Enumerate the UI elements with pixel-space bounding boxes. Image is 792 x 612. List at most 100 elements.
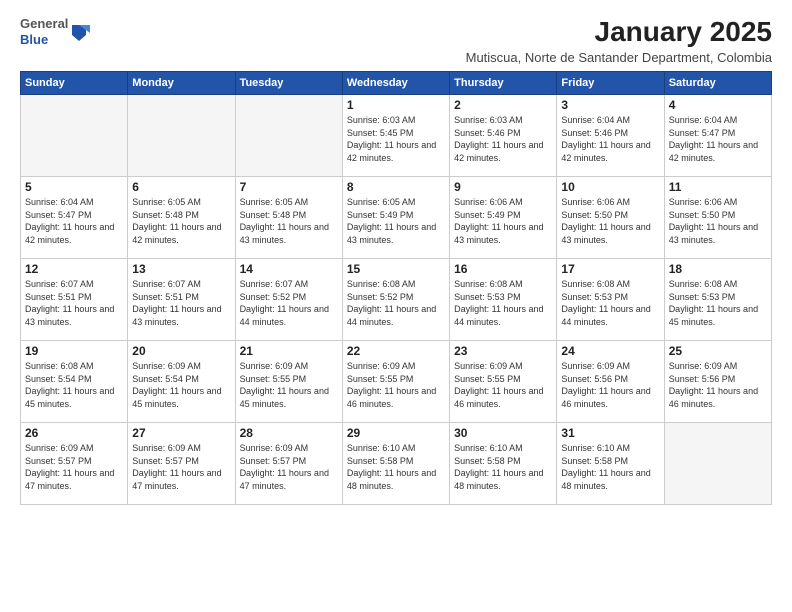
col-friday: Friday	[557, 72, 664, 95]
week-row-5: 26 Sunrise: 6:09 AM Sunset: 5:57 PM Dayli…	[21, 423, 772, 505]
day-number: 6	[132, 180, 230, 194]
day-cell: 11 Sunrise: 6:06 AM Sunset: 5:50 PM Dayli…	[664, 177, 771, 259]
logo-line1: General	[20, 16, 68, 32]
day-number: 12	[25, 262, 123, 276]
day-info: Sunrise: 6:09 AM Sunset: 5:55 PM Dayligh…	[454, 360, 552, 410]
day-info: Sunrise: 6:07 AM Sunset: 5:51 PM Dayligh…	[25, 278, 123, 328]
day-number: 19	[25, 344, 123, 358]
day-number: 2	[454, 98, 552, 112]
day-info: Sunrise: 6:06 AM Sunset: 5:50 PM Dayligh…	[669, 196, 767, 246]
day-info: Sunrise: 6:05 AM Sunset: 5:49 PM Dayligh…	[347, 196, 445, 246]
page: General Blue January 2025 Mutiscua, Nort…	[0, 0, 792, 612]
day-number: 13	[132, 262, 230, 276]
col-thursday: Thursday	[450, 72, 557, 95]
day-info: Sunrise: 6:08 AM Sunset: 5:52 PM Dayligh…	[347, 278, 445, 328]
col-saturday: Saturday	[664, 72, 771, 95]
day-info: Sunrise: 6:09 AM Sunset: 5:55 PM Dayligh…	[240, 360, 338, 410]
day-number: 31	[561, 426, 659, 440]
day-info: Sunrise: 6:09 AM Sunset: 5:57 PM Dayligh…	[240, 442, 338, 492]
week-row-2: 5Sunrise: 6:04 AM Sunset: 5:47 PM Daylig…	[21, 177, 772, 259]
day-number: 10	[561, 180, 659, 194]
day-info: Sunrise: 6:04 AM Sunset: 5:47 PM Dayligh…	[25, 196, 123, 246]
day-info: Sunrise: 6:03 AM Sunset: 5:45 PM Dayligh…	[347, 114, 445, 164]
day-cell	[235, 95, 342, 177]
title-block: January 2025 Mutiscua, Norte de Santande…	[466, 16, 772, 65]
day-cell: 24Sunrise: 6:09 AM Sunset: 5:56 PM Dayli…	[557, 341, 664, 423]
day-cell: 1 Sunrise: 6:03 AM Sunset: 5:45 PM Daylig…	[342, 95, 449, 177]
day-number: 29	[347, 426, 445, 440]
day-cell: 16Sunrise: 6:08 AM Sunset: 5:53 PM Dayli…	[450, 259, 557, 341]
day-info: Sunrise: 6:10 AM Sunset: 5:58 PM Dayligh…	[454, 442, 552, 492]
day-cell: 10Sunrise: 6:06 AM Sunset: 5:50 PM Dayli…	[557, 177, 664, 259]
day-info: Sunrise: 6:10 AM Sunset: 5:58 PM Dayligh…	[347, 442, 445, 492]
day-number: 11	[669, 180, 767, 194]
day-number: 28	[240, 426, 338, 440]
day-cell: 5Sunrise: 6:04 AM Sunset: 5:47 PM Daylig…	[21, 177, 128, 259]
col-sunday: Sunday	[21, 72, 128, 95]
day-cell: 19 Sunrise: 6:08 AM Sunset: 5:54 PM Dayli…	[21, 341, 128, 423]
day-cell: 23 Sunrise: 6:09 AM Sunset: 5:55 PM Dayli…	[450, 341, 557, 423]
day-number: 17	[561, 262, 659, 276]
day-info: Sunrise: 6:04 AM Sunset: 5:46 PM Dayligh…	[561, 114, 659, 164]
day-number: 27	[132, 426, 230, 440]
day-info: Sunrise: 6:10 AM Sunset: 5:58 PM Dayligh…	[561, 442, 659, 492]
day-number: 9	[454, 180, 552, 194]
day-info: Sunrise: 6:06 AM Sunset: 5:49 PM Dayligh…	[454, 196, 552, 246]
calendar-table: Sunday Monday Tuesday Wednesday Thursday…	[20, 71, 772, 505]
day-info: Sunrise: 6:09 AM Sunset: 5:57 PM Dayligh…	[25, 442, 123, 492]
logo-line2: Blue	[20, 32, 68, 48]
day-number: 20	[132, 344, 230, 358]
day-info: Sunrise: 6:03 AM Sunset: 5:46 PM Dayligh…	[454, 114, 552, 164]
week-row-3: 12 Sunrise: 6:07 AM Sunset: 5:51 PM Dayli…	[21, 259, 772, 341]
day-number: 25	[669, 344, 767, 358]
day-number: 22	[347, 344, 445, 358]
day-cell: 7 Sunrise: 6:05 AM Sunset: 5:48 PM Daylig…	[235, 177, 342, 259]
day-number: 15	[347, 262, 445, 276]
day-cell: 3 Sunrise: 6:04 AM Sunset: 5:46 PM Daylig…	[557, 95, 664, 177]
logo: General Blue	[20, 16, 90, 47]
day-info: Sunrise: 6:08 AM Sunset: 5:53 PM Dayligh…	[454, 278, 552, 328]
day-cell: 31 Sunrise: 6:10 AM Sunset: 5:58 PM Dayli…	[557, 423, 664, 505]
day-number: 24	[561, 344, 659, 358]
day-info: Sunrise: 6:07 AM Sunset: 5:51 PM Dayligh…	[132, 278, 230, 328]
day-number: 4	[669, 98, 767, 112]
day-cell: 28 Sunrise: 6:09 AM Sunset: 5:57 PM Dayli…	[235, 423, 342, 505]
day-cell: 25 Sunrise: 6:09 AM Sunset: 5:56 PM Dayli…	[664, 341, 771, 423]
day-cell: 13 Sunrise: 6:07 AM Sunset: 5:51 PM Dayli…	[128, 259, 235, 341]
week-row-1: 1 Sunrise: 6:03 AM Sunset: 5:45 PM Daylig…	[21, 95, 772, 177]
day-cell: 14Sunrise: 6:07 AM Sunset: 5:52 PM Dayli…	[235, 259, 342, 341]
day-cell	[128, 95, 235, 177]
day-cell: 26 Sunrise: 6:09 AM Sunset: 5:57 PM Dayli…	[21, 423, 128, 505]
day-info: Sunrise: 6:08 AM Sunset: 5:53 PM Dayligh…	[561, 278, 659, 328]
header: General Blue January 2025 Mutiscua, Nort…	[20, 16, 772, 65]
day-cell: 22 Sunrise: 6:09 AM Sunset: 5:55 PM Dayli…	[342, 341, 449, 423]
day-info: Sunrise: 6:05 AM Sunset: 5:48 PM Dayligh…	[132, 196, 230, 246]
day-info: Sunrise: 6:09 AM Sunset: 5:55 PM Dayligh…	[347, 360, 445, 410]
day-cell: 6 Sunrise: 6:05 AM Sunset: 5:48 PM Daylig…	[128, 177, 235, 259]
day-number: 18	[669, 262, 767, 276]
day-number: 3	[561, 98, 659, 112]
col-monday: Monday	[128, 72, 235, 95]
col-tuesday: Tuesday	[235, 72, 342, 95]
week-row-4: 19 Sunrise: 6:08 AM Sunset: 5:54 PM Dayli…	[21, 341, 772, 423]
day-info: Sunrise: 6:04 AM Sunset: 5:47 PM Dayligh…	[669, 114, 767, 164]
day-cell: 9 Sunrise: 6:06 AM Sunset: 5:49 PM Daylig…	[450, 177, 557, 259]
day-cell: 2 Sunrise: 6:03 AM Sunset: 5:46 PM Daylig…	[450, 95, 557, 177]
day-info: Sunrise: 6:09 AM Sunset: 5:56 PM Dayligh…	[669, 360, 767, 410]
day-cell: 29 Sunrise: 6:10 AM Sunset: 5:58 PM Dayli…	[342, 423, 449, 505]
header-row: Sunday Monday Tuesday Wednesday Thursday…	[21, 72, 772, 95]
day-cell: 4 Sunrise: 6:04 AM Sunset: 5:47 PM Daylig…	[664, 95, 771, 177]
day-number: 1	[347, 98, 445, 112]
day-info: Sunrise: 6:05 AM Sunset: 5:48 PM Dayligh…	[240, 196, 338, 246]
day-info: Sunrise: 6:09 AM Sunset: 5:57 PM Dayligh…	[132, 442, 230, 492]
logo-icon	[68, 21, 90, 43]
day-cell: 27 Sunrise: 6:09 AM Sunset: 5:57 PM Dayli…	[128, 423, 235, 505]
day-cell: 15 Sunrise: 6:08 AM Sunset: 5:52 PM Dayli…	[342, 259, 449, 341]
day-number: 21	[240, 344, 338, 358]
day-info: Sunrise: 6:08 AM Sunset: 5:54 PM Dayligh…	[25, 360, 123, 410]
day-number: 23	[454, 344, 552, 358]
location: Mutiscua, Norte de Santander Department,…	[466, 50, 772, 65]
day-number: 7	[240, 180, 338, 194]
day-number: 30	[454, 426, 552, 440]
day-number: 26	[25, 426, 123, 440]
